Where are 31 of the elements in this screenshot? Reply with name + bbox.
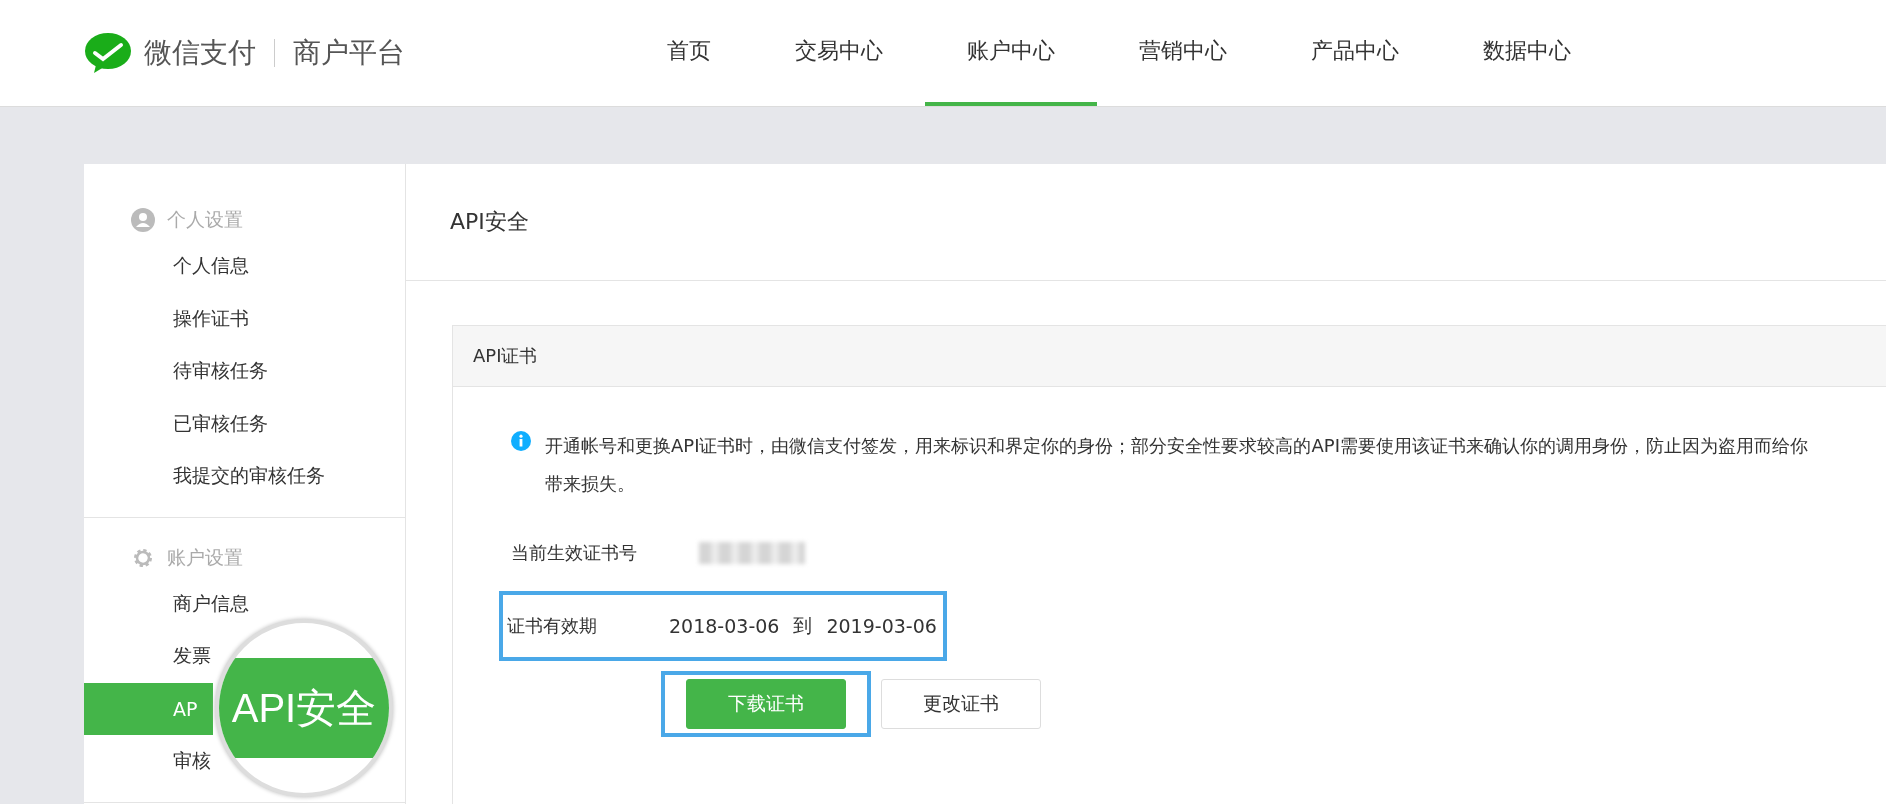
field-label: 当前生效证书号 <box>511 541 638 565</box>
brand-name: 微信支付 <box>144 35 256 71</box>
sidebar-item[interactable]: 已审核任务 <box>84 397 405 450</box>
range-separator: 到 <box>793 613 813 638</box>
magnified-label: API安全 <box>231 684 377 732</box>
group-title: 个人设置 <box>167 207 243 232</box>
chat-bubble-check-icon <box>84 32 132 74</box>
nav-tab[interactable]: 账户中心 <box>925 0 1097 106</box>
nav-tab[interactable]: 产品中心 <box>1269 0 1441 106</box>
change-button[interactable]: 更改证书 <box>881 679 1041 729</box>
sidebar-item[interactable]: 审核 <box>84 735 213 788</box>
date-value: 2019-03-06 <box>826 615 937 637</box>
sidebar-item[interactable]: 操作证书 <box>84 292 405 345</box>
sidebar-item[interactable]: 发票 <box>84 630 213 683</box>
field-label: 证书有效期 <box>507 614 598 638</box>
sidebar-item[interactable]: 我提交的审核任务 <box>84 450 405 503</box>
page-title: API安全 <box>406 164 1886 281</box>
platform-name: 商户平台 <box>293 35 405 71</box>
nav-tab[interactable]: 首页 <box>625 0 753 106</box>
date-value: 2018-03-06 <box>669 615 780 637</box>
person-icon <box>131 208 155 232</box>
nav-tab[interactable]: 交易中心 <box>753 0 925 106</box>
nav-tab[interactable]: 营销中心 <box>1097 0 1269 106</box>
sidebar-item[interactable]: 商户信息 <box>84 577 249 630</box>
nav-tab[interactable]: 数据中心 <box>1441 0 1613 106</box>
group-title: 账户设置 <box>167 544 243 570</box>
sidebar-item[interactable]: 个人信息 <box>84 240 405 293</box>
notice-text: 开通帐号和更换API证书时，由微信支付签发，用来标识和界定你的身份；部分安全性要求较高的API需要使用该证书来确认你的调用身份，防止因为盗用而给你带来损失。 <box>545 434 1809 496</box>
panel-title: API证书 <box>473 344 538 368</box>
sidebar-item[interactable]: 待审核任务 <box>84 345 405 398</box>
info-icon <box>511 431 531 451</box>
